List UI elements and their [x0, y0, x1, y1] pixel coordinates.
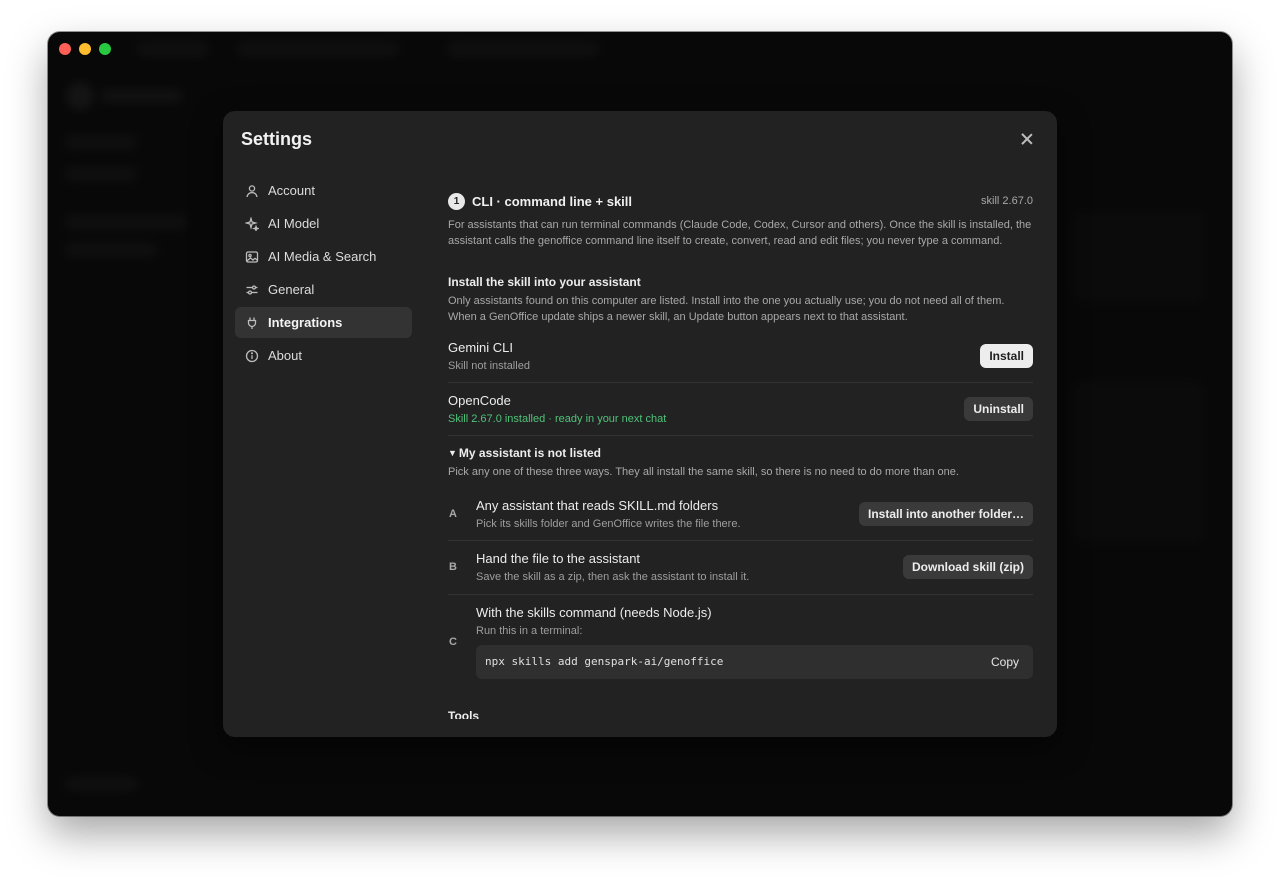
next-section-heading: Tools [448, 708, 480, 719]
download-skill-button[interactable]: Download skill (zip) [902, 555, 1033, 579]
cli-description: For assistants that can run terminal com… [448, 219, 1032, 247]
step-number-badge: 1 [448, 192, 465, 210]
not-listed-heading: My assistant is not listed [458, 446, 601, 460]
option-title: Any assistant that reads SKILL.md folder… [476, 498, 719, 513]
assistant-row: OpenCode Skill 2.67.0 installed · ready … [448, 383, 1033, 436]
not-listed-description: Pick any one of these three ways. They a… [448, 466, 959, 478]
option-letter: C [449, 635, 457, 648]
uninstall-button[interactable]: Uninstall [964, 397, 1033, 421]
nav-item-general[interactable]: General [235, 274, 412, 305]
zoom-window-button[interactable] [99, 43, 111, 55]
nav-item-label: AI Media & Search [268, 249, 377, 264]
nav-item-ai-model[interactable]: AI Model [235, 208, 412, 239]
option-sub: Save the skill as a zip, then ask the as… [476, 571, 750, 583]
nav-item-account[interactable]: Account [235, 175, 412, 206]
minimize-window-button[interactable] [79, 43, 91, 55]
assistant-name: OpenCode [448, 393, 511, 408]
close-window-button[interactable] [59, 43, 71, 55]
nav-item-integrations[interactable]: Integrations [235, 307, 412, 338]
cli-title: CLI · command line + skill [472, 193, 633, 209]
nav-item-label: About [268, 348, 302, 363]
close-icon[interactable] [1019, 131, 1035, 147]
copy-button[interactable]: Copy [991, 655, 1024, 669]
option-row: B Hand the file to the assistant Save th… [448, 541, 1033, 595]
command-text[interactable]: npx skills add genspark-ai/genoffice [485, 655, 991, 668]
image-icon [245, 250, 259, 264]
option-row: A Any assistant that reads SKILL.md fold… [448, 489, 1033, 541]
triangle-down-icon: ▼ [448, 448, 457, 458]
option-letter: A [449, 508, 457, 520]
option-sub: Run this in a terminal: [476, 624, 583, 637]
dialog-title: Settings [241, 129, 313, 149]
nav-item-label: General [268, 282, 315, 297]
integrations-panel: 1 CLI · command line + skill skill 2.67.… [448, 191, 1033, 737]
assistant-status: Skill 2.67.0 installed · ready in your n… [448, 413, 667, 425]
option-row: C With the skills command (needs Node.js… [448, 595, 1033, 679]
settings-dialog: Settings Account AI Model AI Media & Sea… [223, 111, 1057, 737]
assistant-name: Gemini CLI [448, 340, 514, 355]
window-controls [59, 43, 111, 55]
assistant-status: Skill not installed [448, 360, 530, 372]
nav-item-about[interactable]: About [235, 340, 412, 371]
nav-item-label: Integrations [268, 315, 343, 330]
cli-section-header: 1 CLI · command line + skill skill 2.67.… [448, 191, 1033, 211]
sparkle-icon [245, 216, 259, 231]
install-heading: Install the skill into your assistant [448, 275, 641, 289]
install-description: Only assistants found on this computer a… [448, 295, 1005, 323]
nav-item-ai-media-search[interactable]: AI Media & Search [235, 241, 412, 272]
skill-version: skill 2.67.0 [981, 195, 1033, 207]
sliders-icon [245, 283, 259, 297]
settings-nav: Account AI Model AI Media & Search Gener… [235, 175, 412, 373]
option-title: Hand the file to the assistant [476, 551, 641, 566]
user-icon [245, 184, 259, 198]
option-letter: B [449, 561, 457, 573]
info-icon [245, 349, 259, 363]
option-sub: Pick its skills folder and GenOffice wri… [476, 518, 741, 530]
assistant-row: Gemini CLI Skill not installed Install [448, 330, 1033, 383]
install-into-folder-button[interactable]: Install into another folder… [858, 502, 1033, 526]
not-listed-toggle[interactable]: ▼ My assistant is not listed [448, 446, 1033, 460]
nav-item-label: Account [268, 183, 315, 198]
nav-item-label: AI Model [268, 216, 320, 231]
option-title: With the skills command (needs Node.js) [476, 604, 712, 620]
plug-icon [245, 316, 259, 330]
install-button[interactable]: Install [980, 344, 1033, 368]
command-box: npx skills add genspark-ai/genoffice Cop… [476, 644, 1033, 679]
